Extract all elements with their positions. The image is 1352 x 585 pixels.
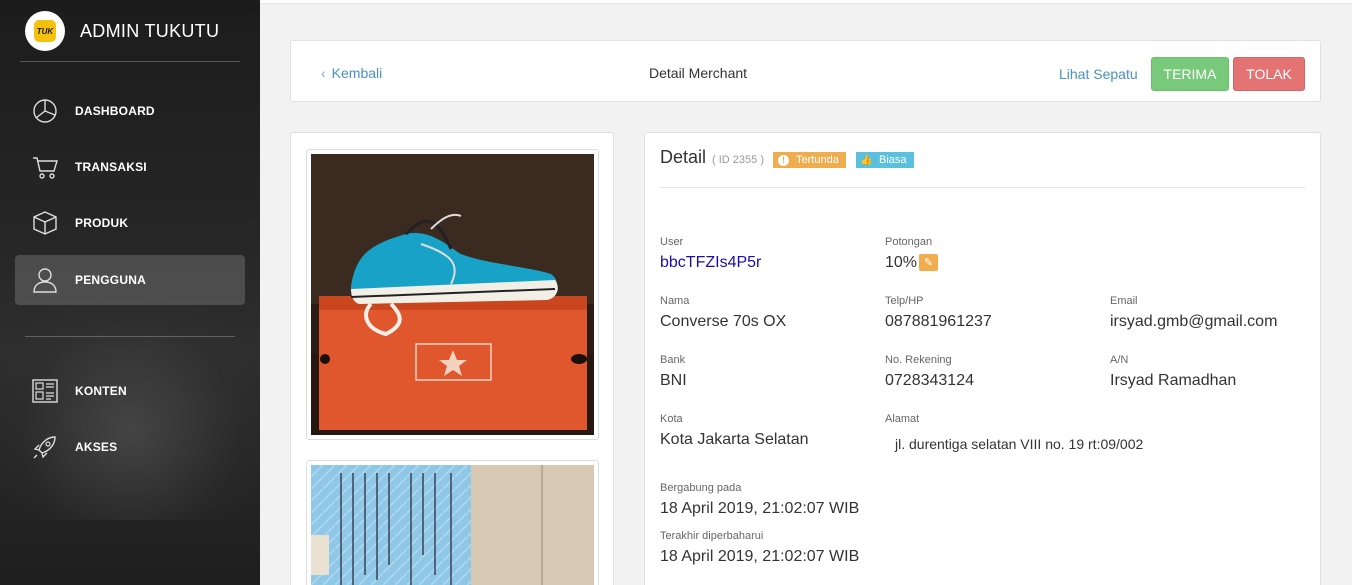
shoe-photo-thumbnail[interactable]: [306, 149, 599, 440]
id-card-photo-thumbnail[interactable]: [306, 460, 599, 585]
field-bergabung: Bergabung pada 18 April 2019, 21:02:07 W…: [660, 482, 859, 518]
field-value: Converse 70s OX: [660, 313, 787, 330]
field-label: User: [660, 236, 684, 248]
field-value: 18 April 2019, 21:02:07 WIB: [660, 548, 860, 565]
field-nama: Nama Converse 70s OX: [660, 295, 786, 331]
field-an: A/N Irsyad Ramadhan: [1110, 354, 1236, 390]
field-email: Email irsyad.gmb@gmail.com: [1110, 295, 1277, 331]
sidebar-item-label: PRODUK: [75, 216, 129, 230]
sidebar-item-label: DASHBOARD: [75, 104, 155, 118]
field-telp: Telp/HP 087881961237: [885, 295, 992, 331]
app-title: ADMIN TUKUTU: [80, 20, 220, 41]
detail-id: ( ID 2355 ): [712, 154, 764, 166]
field-alamat: Alamat jl. durentiga selatan VIII no. 19…: [885, 413, 1143, 452]
thumbs-up-icon: 👍: [860, 154, 873, 166]
field-value: jl. durentiga selatan VIII no. 19 rt:09/…: [895, 436, 1144, 452]
type-badge: 👍 Biasa: [856, 152, 914, 168]
content-grid-icon: [32, 379, 58, 403]
field-label: No. Rekening: [885, 354, 952, 366]
detail-header: Detail ( ID 2355 ): [660, 147, 764, 168]
brand-logo: TUK: [25, 11, 65, 51]
field-label: Telp/HP: [885, 295, 924, 307]
sidebar-item-dashboard[interactable]: DASHBOARD: [15, 86, 245, 136]
sidebar: TUK ADMIN TUKUTU DASHBOARD TRANSAKSI PRO…: [0, 0, 260, 585]
potongan-value: 10%: [885, 254, 918, 271]
field-value: Kota Jakarta Selatan: [660, 431, 809, 448]
shoe-photo: [311, 154, 594, 435]
pencil-icon[interactable]: ✎: [919, 254, 939, 272]
sidebar-item-konten[interactable]: KONTEN: [15, 366, 245, 416]
field-value: 10% ✎: [885, 254, 939, 272]
field-user: User bbcTFZIs4P5r: [660, 236, 761, 272]
brand-logo-mark: TUK: [34, 20, 56, 42]
user-link[interactable]: bbcTFZIs4P5r: [660, 254, 761, 272]
field-value: 087881961237: [885, 313, 992, 330]
field-label: Kota: [660, 413, 683, 425]
sidebar-divider: [25, 336, 235, 337]
field-label: Terakhir diperbaharui: [660, 530, 764, 542]
field-value: irsyad.gmb@gmail.com: [1110, 313, 1278, 330]
detail-panel: Detail ( ID 2355 ) ! Tertunda 👍 Biasa Us…: [644, 132, 1321, 585]
field-value: Irsyad Ramadhan: [1110, 372, 1237, 389]
sidebar-item-label: KONTEN: [75, 384, 127, 398]
sidebar-item-pengguna[interactable]: PENGGUNA: [15, 255, 245, 305]
rocket-icon: [33, 436, 56, 459]
field-bank: Bank BNI: [660, 354, 687, 390]
sidebar-item-label: PENGGUNA: [75, 273, 146, 287]
field-kota: Kota Kota Jakarta Selatan: [660, 413, 809, 449]
sidebar-item-label: AKSES: [75, 440, 118, 454]
sidebar-item-akses[interactable]: AKSES: [15, 422, 245, 472]
box-icon: [33, 211, 57, 235]
back-link[interactable]: ‹ Kembali: [321, 65, 382, 81]
pie-chart-icon: [33, 99, 57, 123]
accept-button[interactable]: TERIMA: [1151, 57, 1229, 91]
status-badge-label: Tertunda: [796, 154, 839, 166]
field-rekening: No. Rekening 0728343124: [885, 354, 974, 390]
field-label: Email: [1110, 295, 1138, 307]
page-header: ‹ Kembali Detail Merchant Lihat Sepatu T…: [290, 40, 1321, 102]
id-card-photo: [311, 465, 594, 585]
status-badge: ! Tertunda: [773, 152, 846, 168]
field-value: 0728343124: [885, 372, 974, 389]
detail-title: Detail: [660, 147, 707, 167]
field-label: Potongan: [885, 236, 933, 248]
reject-button[interactable]: TOLAK: [1233, 57, 1305, 91]
back-link-label: Kembali: [331, 65, 383, 81]
field-label: Bergabung pada: [660, 482, 742, 494]
detail-divider: [660, 187, 1305, 188]
field-label: Bank: [660, 354, 686, 366]
field-value: 18 April 2019, 21:02:07 WIB: [660, 500, 860, 517]
exclamation-icon: !: [778, 154, 789, 166]
brand[interactable]: TUK ADMIN TUKUTU: [25, 11, 219, 51]
sidebar-item-produk[interactable]: PRODUK: [15, 198, 245, 248]
page-title: Detail Merchant: [649, 65, 748, 81]
images-panel: [290, 132, 614, 585]
field-label: Alamat: [885, 413, 920, 425]
view-shoes-link[interactable]: Lihat Sepatu: [1059, 66, 1138, 82]
sidebar-divider: [20, 61, 240, 62]
sidebar-item-label: TRANSAKSI: [75, 160, 147, 174]
sidebar-item-transaksi[interactable]: TRANSAKSI: [15, 142, 245, 192]
field-label: Nama: [660, 295, 690, 307]
cart-icon: [33, 157, 58, 179]
field-value: BNI: [660, 372, 687, 389]
type-badge-label: Biasa: [879, 154, 907, 166]
chevron-left-icon: ‹: [321, 65, 326, 81]
user-icon: [33, 268, 57, 293]
field-label: A/N: [1110, 354, 1129, 366]
top-bar: [260, 0, 1352, 4]
field-diperbaharui: Terakhir diperbaharui 18 April 2019, 21:…: [660, 530, 859, 566]
field-potongan: Potongan 10% ✎: [885, 236, 939, 272]
